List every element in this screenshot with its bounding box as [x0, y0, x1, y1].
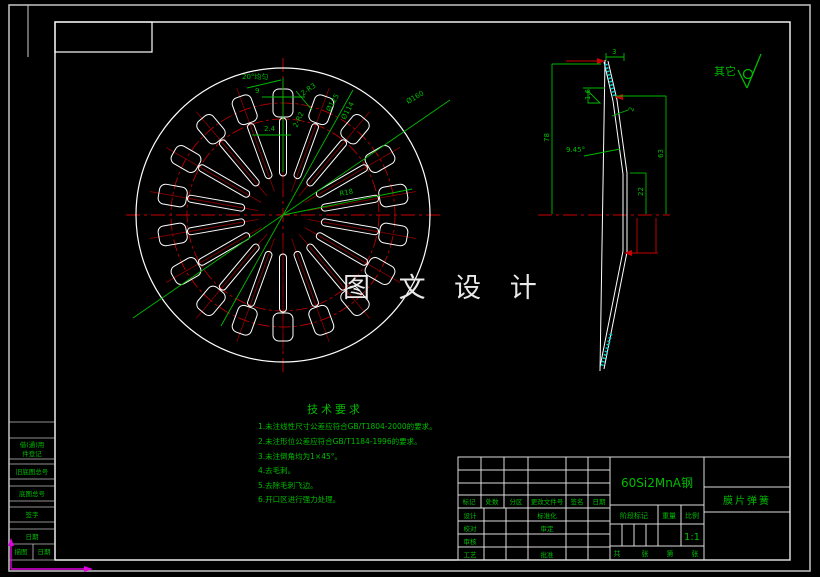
dim-diameter-125: Ø125 — [325, 93, 341, 113]
row-approval-check: 审定 — [541, 524, 555, 533]
cad-drawing-sheet: 借(通)用 件登记 旧底图总号 底图总号 签字 日期 描图 日期 20°均匀 9… — [0, 0, 820, 577]
tech-item-2: 2.未注形位公差应符合GB/T1184-1996的要求。 — [258, 436, 422, 446]
scale-label: 比例 — [685, 511, 699, 520]
dim-top-width: 3 — [612, 48, 616, 56]
sheet-no-unit: 张 — [692, 549, 699, 558]
profile-outline — [599, 59, 628, 372]
strip-row-date: 日期 — [26, 533, 40, 541]
strip-row-borrow-2: 件登记 — [22, 449, 42, 458]
row-approve: 批准 — [541, 550, 555, 559]
part-name-cell: 膜片弹簧 — [723, 494, 771, 507]
row-design: 设计 — [464, 511, 478, 520]
dim-height-78: 78 — [543, 133, 551, 142]
dim-angle-spacing: 20°均匀 — [242, 72, 268, 81]
row-process: 工艺 — [464, 551, 478, 559]
tech-item-6: 6.开口区进行强力处理。 — [258, 494, 340, 504]
stage-mark-label: 阶段标记 — [620, 511, 648, 520]
front-view: 20°均匀 9 2-R3 2-R2 2.4 Ø125 Ø114 Ø160 R18 — [126, 58, 451, 374]
dim-root-radius: 2-R2 — [292, 111, 306, 129]
strip-bottom-left: 描图 — [15, 547, 28, 556]
dim-height-63: 63 — [657, 149, 665, 158]
tech-requirements-title: 技术要求 — [307, 403, 363, 416]
dim-thickness: 1.6 — [584, 88, 592, 100]
rev-col-count: 处数 — [486, 497, 500, 506]
tech-requirements: 技术要求 1.未注线性尺寸公差应符合GB/T1804-2000的要求。 2.未注… — [258, 403, 437, 504]
rev-col-date: 日期 — [593, 498, 607, 506]
title-block: 标记 处数 分区 更改文件号 签名 日期 设计 校对 审核 工艺 标准化 审定 … — [457, 456, 791, 561]
surface-roughness-note: 其它 — [714, 53, 762, 89]
strip-row-sign: 签字 — [26, 510, 40, 519]
strip-row-old-base: 旧底图总号 — [16, 467, 49, 476]
scale-value: 1:1 — [684, 532, 700, 543]
dim-cone-angle: 9.45° — [566, 146, 585, 154]
sheet-no-label: 第 — [667, 549, 674, 558]
strip-row-base: 底图总号 — [19, 489, 46, 498]
dim-finger-width: 9 — [255, 87, 259, 95]
dim-step: 2 — [627, 106, 636, 112]
weight-label: 重量 — [662, 512, 676, 520]
dim-tip-radius: 2-R3 — [300, 82, 318, 98]
dim-radius-18: R18 — [339, 187, 354, 197]
tech-item-3: 3.未注倒角均为1×45°。 — [258, 451, 342, 461]
watermark-text: 图 文 设 计 — [343, 273, 547, 304]
title-block-labels: 标记 处数 分区 更改文件号 签名 日期 设计 校对 审核 工艺 标准化 审定 … — [463, 497, 701, 559]
dim-slot-width: 2.4 — [264, 125, 276, 133]
sheet-total-label: 共 — [614, 549, 621, 558]
rev-col-zone: 分区 — [510, 497, 524, 506]
surface-note-label: 其它 — [714, 64, 736, 78]
side-view: 3 1.6 2 78 9.45° 63 22 — [538, 48, 670, 372]
tech-item-1: 1.未注线性尺寸公差应符合GB/T1804-2000的要求。 — [258, 421, 437, 431]
dim-diameter-160: Ø160 — [405, 89, 425, 105]
top-left-box — [54, 21, 153, 53]
margin-strip-labels: 借(通)用 件登记 旧底图总号 底图总号 签字 日期 描图 日期 — [15, 440, 52, 556]
hatch-top — [604, 63, 617, 99]
rev-col-docno: 更改文件号 — [531, 497, 564, 506]
tech-item-4: 4.去毛刺。 — [258, 465, 295, 475]
tech-item-5: 5.去除毛刺飞边。 — [258, 480, 318, 490]
rev-col-mark: 标记 — [463, 497, 477, 506]
side-red-leaders — [566, 58, 658, 256]
sheet-total-unit: 张 — [642, 549, 649, 558]
rev-col-signature: 签名 — [571, 497, 584, 506]
drawing-svg: 借(通)用 件登记 旧底图总号 底图总号 签字 日期 描图 日期 20°均匀 9… — [8, 4, 811, 572]
dim-diameter-114: Ø114 — [340, 100, 356, 121]
row-check: 校对 — [464, 524, 478, 533]
roughness-symbol-icon — [737, 53, 762, 89]
row-review: 审核 — [464, 537, 478, 546]
strip-row-borrow-1: 借(通)用 — [20, 440, 45, 449]
title-block-grid — [457, 456, 791, 561]
side-dim-lines — [551, 53, 667, 214]
dim-height-22: 22 — [637, 187, 645, 196]
material-cell: 60Si2MnA钢 — [621, 476, 693, 490]
row-standardization: 标准化 — [537, 511, 557, 520]
strip-bottom-right: 日期 — [38, 548, 52, 556]
